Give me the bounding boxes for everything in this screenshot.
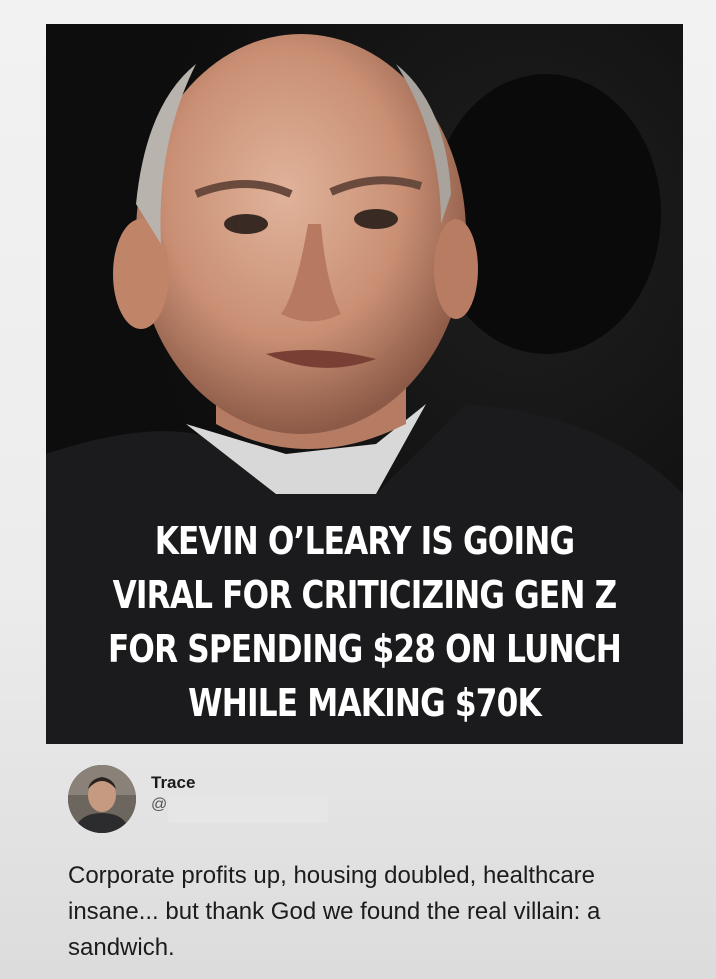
headline-line-2: VIRAL FOR CRITICIZING GEN Z (112, 573, 618, 617)
post-image[interactable]: KEVIN O’LEARY IS GOING VIRAL FOR CRITICI… (46, 24, 683, 744)
headline-line-3: FOR SPENDING $28 ON LUNCH (107, 627, 622, 671)
author-name[interactable]: Trace (151, 773, 195, 793)
headline-line-4: WHILE MAKING $70K (188, 681, 541, 725)
author-handle[interactable]: @ (151, 796, 167, 814)
handle-redaction (168, 797, 328, 823)
headline-line-1: KEVIN O’LEARY IS GOING (154, 519, 575, 563)
avatar[interactable] (68, 765, 136, 833)
headline: KEVIN O’LEARY IS GOING VIRAL FOR CRITICI… (103, 514, 625, 730)
tweet-text: Corporate profits up, housing doubled, h… (68, 862, 601, 961)
